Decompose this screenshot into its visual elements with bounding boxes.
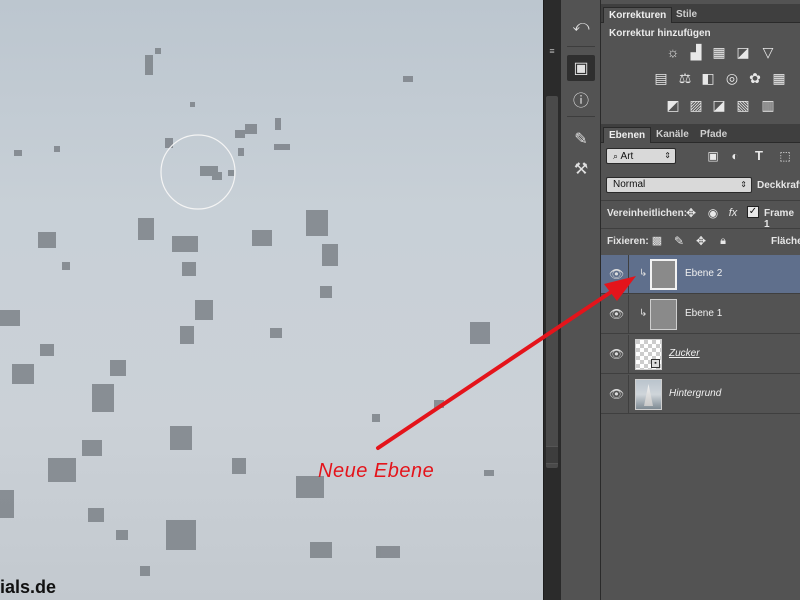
brush-cursor: [160, 134, 236, 210]
watermark-text: ials.de: [0, 577, 57, 597]
lock-pixels-icon[interactable]: ✎: [671, 233, 687, 249]
posterize-icon[interactable]: ▨: [688, 97, 704, 113]
color-lookup-icon[interactable]: ▦: [771, 70, 787, 86]
adjustment-filter-icon[interactable]: ◐: [727, 148, 743, 164]
divider: [601, 200, 800, 201]
lock-position-icon[interactable]: ✥: [693, 233, 709, 249]
info-icon[interactable]: ⓘ: [567, 86, 595, 112]
levels-icon[interactable]: ▟: [688, 44, 704, 60]
tool-presets-icon[interactable]: ⚒: [567, 156, 595, 182]
adjustments-tabbar: Korrekturen Stile: [601, 4, 800, 23]
divider: [628, 335, 629, 374]
clipping-arrow-icon: ↳: [639, 308, 648, 319]
unify-style-icon[interactable]: fx: [725, 205, 741, 221]
unify-position-icon[interactable]: ✥: [683, 205, 699, 221]
sugar-crystals-image: [0, 48, 494, 576]
propagate-frame-checkbox[interactable]: ✓: [747, 206, 759, 218]
tab-kanaele[interactable]: Kanäle: [651, 127, 694, 143]
divider: [628, 255, 629, 294]
smart-object-icon: ▪: [651, 359, 660, 368]
layer-name[interactable]: Ebene 2: [685, 268, 722, 279]
divider: [628, 375, 629, 414]
invert-icon[interactable]: ◩: [665, 97, 681, 113]
search-icon: ⌕: [613, 151, 621, 161]
selective-color-icon[interactable]: ▥: [760, 97, 776, 113]
gradient-map-icon[interactable]: ▧: [735, 97, 751, 113]
opacity-label: Deckkraft: [757, 180, 800, 191]
unify-label: Vereinheitlichen:: [607, 208, 688, 219]
divider: [567, 116, 595, 117]
lock-label: Fixieren:: [607, 236, 649, 247]
tab-korrekturen[interactable]: Korrekturen: [603, 7, 673, 23]
layer-thumbnail[interactable]: [635, 379, 662, 410]
eye-icon[interactable]: 👁︎: [609, 307, 624, 321]
right-panel-dock: Korrekturen Stile Korrektur hinzufügen ☼…: [601, 0, 800, 600]
layers-empty-area: [601, 415, 800, 600]
scroll-menu-icon[interactable]: ≡: [546, 44, 558, 58]
type-filter-icon[interactable]: T: [751, 148, 767, 164]
photoshop-window: ials.de ≡ ⤺ ▣ ⓘ ✎ ⚒ Korrekturen Stile Ko…: [0, 0, 800, 600]
tab-ebenen[interactable]: Ebenen: [603, 127, 652, 143]
blend-mode-select[interactable]: Normal ⇕: [606, 177, 752, 193]
layer-row-zucker[interactable]: 👁︎ ▪ Zucker: [601, 335, 800, 374]
shape-filter-icon[interactable]: ⬚: [777, 148, 793, 164]
tab-stile[interactable]: Stile: [671, 7, 702, 23]
vibrance-icon[interactable]: ▤: [653, 70, 669, 86]
tab-pfade[interactable]: Pfade: [695, 127, 732, 143]
black-white-icon[interactable]: ◧: [700, 70, 716, 86]
divider: [628, 295, 629, 334]
divider: [567, 46, 595, 47]
layer-thumbnail[interactable]: ▪: [635, 339, 662, 370]
layer-name[interactable]: Zucker: [669, 348, 700, 359]
clipping-arrow-icon: ↳: [639, 268, 648, 279]
layer-row-ebene-1[interactable]: 👁︎ ↳ Ebene 1: [601, 295, 800, 334]
photo-filter-icon[interactable]: ◎: [724, 70, 740, 86]
balance-icon[interactable]: ⚖: [677, 70, 693, 86]
eye-icon[interactable]: 👁︎: [609, 347, 624, 361]
layer-name[interactable]: Ebene 1: [685, 308, 722, 319]
channel-mixer-icon[interactable]: ✿: [747, 70, 763, 86]
layer-filter-label: Art: [620, 151, 634, 162]
layers-tabbar: Ebenen Kanäle Pfade: [601, 124, 800, 143]
canvas-vertical-scrollbar[interactable]: ≡: [543, 0, 560, 600]
layer-filter-select[interactable]: ⌕ Art ⇕: [606, 148, 676, 164]
brightness-icon[interactable]: ☼: [665, 44, 681, 60]
stepper-icon: ⇕: [740, 180, 747, 189]
document-canvas[interactable]: ials.de: [0, 0, 543, 600]
exposure-icon[interactable]: ◪: [735, 44, 751, 60]
3d-cube-icon[interactable]: ▣: [567, 55, 595, 81]
layer-thumbnail[interactable]: [650, 299, 677, 330]
annotation-label: Neue Ebene: [318, 460, 435, 482]
layer-thumbnail[interactable]: [650, 259, 677, 290]
blend-mode-value: Normal: [613, 179, 646, 190]
eye-icon[interactable]: 👁︎: [609, 387, 624, 401]
history-icon[interactable]: ⤺: [567, 14, 595, 40]
lock-all-icon[interactable]: 🔒︎: [715, 233, 731, 249]
brush-presets-icon[interactable]: ✎: [567, 126, 595, 152]
layer-name[interactable]: Hintergrund: [669, 388, 721, 399]
stepper-icon: ⇕: [664, 151, 671, 160]
pixel-filter-icon[interactable]: ▣: [705, 148, 721, 164]
sugar-tree-thumbnail: [644, 384, 653, 406]
scroll-thumb[interactable]: [546, 96, 558, 468]
triangle-icon[interactable]: ▽: [760, 44, 776, 60]
eye-icon[interactable]: 👁︎: [609, 267, 624, 281]
lock-transparency-icon[interactable]: ▩: [649, 233, 665, 249]
layer-row-hintergrund[interactable]: 👁︎ Hintergrund: [601, 375, 800, 414]
adjustments-title: Korrektur hinzufügen: [609, 28, 711, 39]
divider: [601, 228, 800, 229]
scroll-grip[interactable]: [546, 446, 558, 464]
frame-label: Frame 1: [764, 208, 795, 230]
unify-visibility-icon[interactable]: ◉: [705, 205, 721, 221]
fill-label: Fläche: [771, 236, 800, 247]
collapsed-panel-strip: ⤺ ▣ ⓘ ✎ ⚒: [560, 0, 601, 600]
curves-icon[interactable]: ▦: [711, 44, 727, 60]
threshold-icon[interactable]: ◪: [711, 97, 727, 113]
layer-row-ebene-2[interactable]: 👁︎ ↳ Ebene 2: [601, 255, 800, 294]
